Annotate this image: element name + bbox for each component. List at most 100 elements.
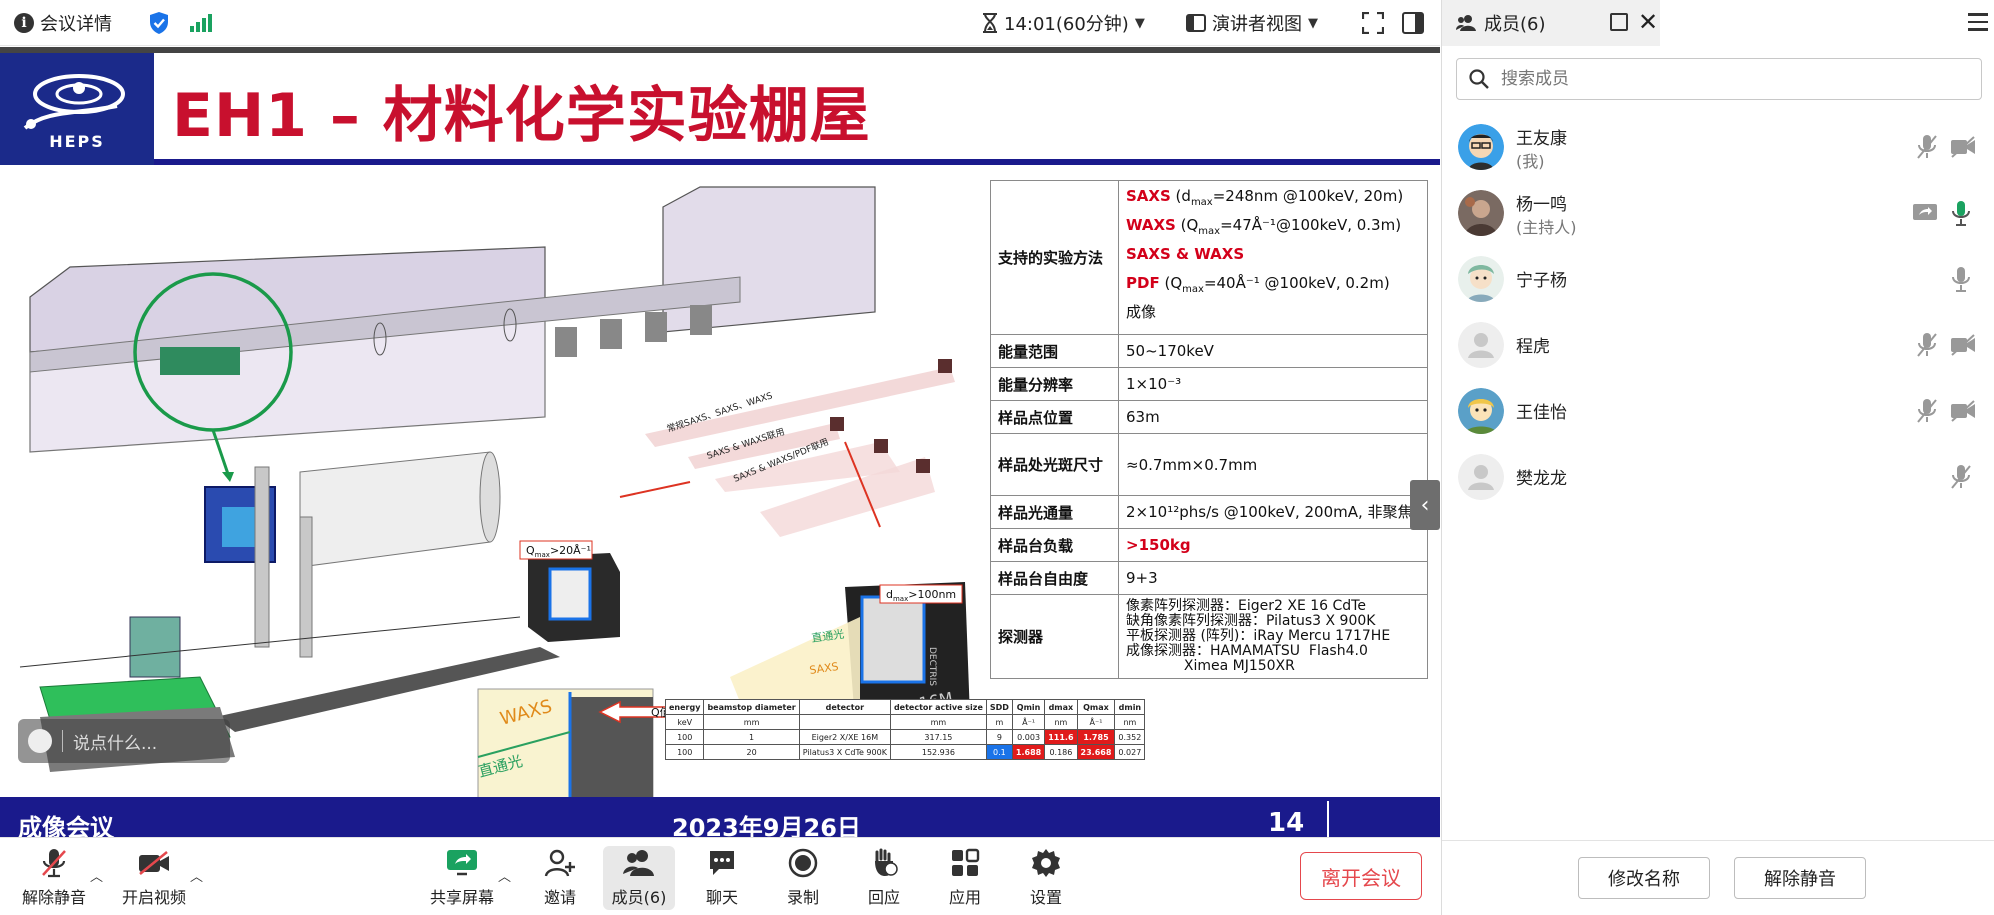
meeting-timer[interactable]: 14:01(60分钟) ▼ bbox=[982, 0, 1145, 46]
spec-table-body: 支持的实验方法 SAXS (dmax=248nm @100keV, 20m) WAX… bbox=[990, 180, 1428, 679]
member-row[interactable]: 王佳怡 bbox=[1442, 378, 1994, 444]
method-name: SAXS bbox=[1126, 187, 1171, 205]
mic-muted-icon[interactable] bbox=[1916, 397, 1938, 425]
menu-icon[interactable] bbox=[1968, 13, 1988, 36]
member-search[interactable] bbox=[1456, 58, 1982, 100]
table-cell: 100 bbox=[664, 744, 705, 760]
record-icon bbox=[786, 846, 820, 880]
detector-line: 平板探测器 (阵列)：iRay Mercu 1717HE bbox=[1126, 628, 1391, 644]
table-cell: 111.6 bbox=[1044, 729, 1078, 745]
chevron-up-icon[interactable]: ︿ bbox=[498, 866, 511, 885]
collapse-panel-button[interactable]: ‹ bbox=[1410, 480, 1440, 530]
record-label: 录制 bbox=[786, 888, 819, 907]
popout-icon[interactable] bbox=[1610, 13, 1628, 31]
member-name: 王佳怡 bbox=[1516, 403, 1567, 423]
heps-logo: HEPS bbox=[0, 53, 154, 165]
members-tab[interactable]: 成员(6) ✕ bbox=[1442, 0, 1660, 46]
gear-icon bbox=[1029, 846, 1063, 880]
invite-button[interactable]: 邀请 bbox=[524, 846, 596, 910]
member-row[interactable]: 王友康 (我) bbox=[1442, 114, 1994, 180]
shared-slide: HEPS EH1 – 材料化学实验棚屋 常规SAXS、SAXS、WAXS SAX… bbox=[0, 47, 1440, 837]
settings-button[interactable]: 设置 bbox=[1010, 846, 1082, 910]
spec-value-text: >150kg bbox=[1126, 536, 1191, 554]
detector-line: Ximea MJ150XR bbox=[1126, 658, 1295, 674]
member-row[interactable]: 宁子杨 bbox=[1442, 246, 1994, 312]
chevron-up-icon[interactable]: ︿ bbox=[90, 866, 103, 885]
ray-end-block bbox=[874, 439, 888, 453]
spec-line: WAXS (Qmax=47Å⁻¹@100keV, 0.3m) bbox=[1126, 214, 1420, 243]
members-icon bbox=[622, 846, 656, 880]
table-cell: 0.027 bbox=[1114, 744, 1146, 760]
spec-key: 样品点位置 bbox=[990, 400, 1119, 434]
ground-line bbox=[19, 616, 521, 668]
arrow-head bbox=[222, 472, 234, 482]
member-row[interactable]: 程虎 bbox=[1442, 312, 1994, 378]
emoji-icon[interactable] bbox=[28, 729, 52, 753]
leave-meeting-button[interactable]: 离开会议 bbox=[1300, 852, 1422, 900]
method-name: WAXS bbox=[1126, 216, 1176, 234]
spec-value: 1×10⁻³ bbox=[1118, 367, 1428, 401]
table-cell: detector active size bbox=[889, 699, 987, 715]
view-mode-dropdown[interactable]: 演讲者视图 ▼ bbox=[1186, 0, 1318, 46]
table-cell: 0.1 bbox=[985, 744, 1013, 760]
settings-label: 设置 bbox=[1029, 888, 1062, 907]
method-name: PDF bbox=[1126, 274, 1160, 292]
network-signal-icon[interactable] bbox=[190, 0, 212, 46]
close-icon[interactable]: ✕ bbox=[1638, 8, 1658, 36]
member-row[interactable]: 樊龙龙 bbox=[1442, 444, 1994, 510]
share-screen-button[interactable]: 共享屏幕 bbox=[426, 846, 498, 910]
search-input[interactable] bbox=[1501, 69, 1961, 89]
mic-active-icon[interactable] bbox=[1950, 199, 1972, 227]
member-name: 杨一鸣 bbox=[1516, 195, 1567, 215]
slide-header: HEPS EH1 – 材料化学实验棚屋 bbox=[0, 53, 1440, 165]
view-mode-label: 演讲者视图 bbox=[1212, 14, 1302, 35]
sample-stage-small bbox=[160, 347, 240, 375]
spec-row: 样品处光斑尺寸 ≈0.7mm×0.7mm bbox=[990, 433, 1428, 496]
start-video-button[interactable]: 开启视频 bbox=[118, 846, 190, 910]
members-button[interactable]: 成员(6) bbox=[603, 846, 675, 910]
member-name: 宁子杨 bbox=[1516, 271, 1567, 291]
members-label: 成员(6) bbox=[611, 888, 667, 907]
fullscreen-button[interactable] bbox=[1362, 0, 1384, 46]
spec-line: SAXS & WAXS bbox=[1126, 243, 1420, 272]
method-param: =248nm @100keV, 20m) bbox=[1212, 187, 1404, 205]
table-row: 100 1 Eiger2 X/XE 16M 317.15 9 0.003 111.6 1.78… bbox=[664, 729, 1146, 745]
member-name: 程虎 bbox=[1516, 337, 1550, 357]
spec-line: SAXS (dmax=248nm @100keV, 20m) bbox=[1126, 185, 1420, 214]
mic-muted-icon[interactable] bbox=[1916, 331, 1938, 359]
unmute-all-button[interactable]: 解除静音 bbox=[1734, 857, 1866, 899]
method-param: (d bbox=[1170, 187, 1191, 205]
unmute-button[interactable]: 解除静音 bbox=[18, 846, 90, 910]
mic-icon[interactable] bbox=[1950, 265, 1972, 293]
mic-muted-icon[interactable] bbox=[1950, 463, 1972, 491]
spec-value-text: ≈0.7mm×0.7mm bbox=[1126, 455, 1258, 474]
table-cell: mm bbox=[889, 714, 987, 730]
avatar bbox=[1458, 190, 1504, 236]
table-cell: Eiger2 X/XE 16M bbox=[798, 729, 891, 745]
meeting-info-button[interactable]: i 会议详情 bbox=[14, 0, 112, 46]
chat-input-overlay[interactable]: 说点什么... bbox=[18, 719, 230, 763]
panel-header: 成员(6) ✕ bbox=[1442, 0, 1994, 46]
table-cell: mm bbox=[703, 714, 800, 730]
spec-row: 样品台自由度 9+3 bbox=[990, 561, 1428, 595]
slide-title: EH1 – 材料化学实验棚屋 bbox=[172, 81, 871, 151]
sidebar-toggle-button[interactable] bbox=[1402, 0, 1424, 46]
apps-button[interactable]: 应用 bbox=[929, 846, 1001, 910]
spec-row: 样品点位置 63m bbox=[990, 400, 1428, 434]
chevron-up-icon[interactable]: ︿ bbox=[190, 866, 203, 885]
chat-button[interactable]: 聊天 bbox=[686, 846, 758, 910]
rename-button[interactable]: 修改名称 bbox=[1578, 857, 1710, 899]
avatar bbox=[1458, 388, 1504, 434]
mic-muted-icon[interactable] bbox=[1916, 133, 1938, 161]
members-tab-label: 成员(6) bbox=[1484, 14, 1546, 35]
spec-line: 成像 bbox=[1126, 301, 1420, 330]
apps-label: 应用 bbox=[948, 888, 981, 907]
member-row[interactable]: 杨一鸣 (主持人) bbox=[1442, 180, 1994, 246]
security-shield-icon[interactable] bbox=[148, 0, 170, 46]
table-cell: 1 bbox=[703, 729, 800, 745]
record-button[interactable]: 录制 bbox=[767, 846, 839, 910]
detector-brand: DECTRIS bbox=[927, 647, 937, 686]
spec-value-text: 1×10⁻³ bbox=[1126, 375, 1182, 393]
screen-share-icon bbox=[1913, 204, 1937, 220]
reaction-button[interactable]: 回应 bbox=[848, 846, 920, 910]
